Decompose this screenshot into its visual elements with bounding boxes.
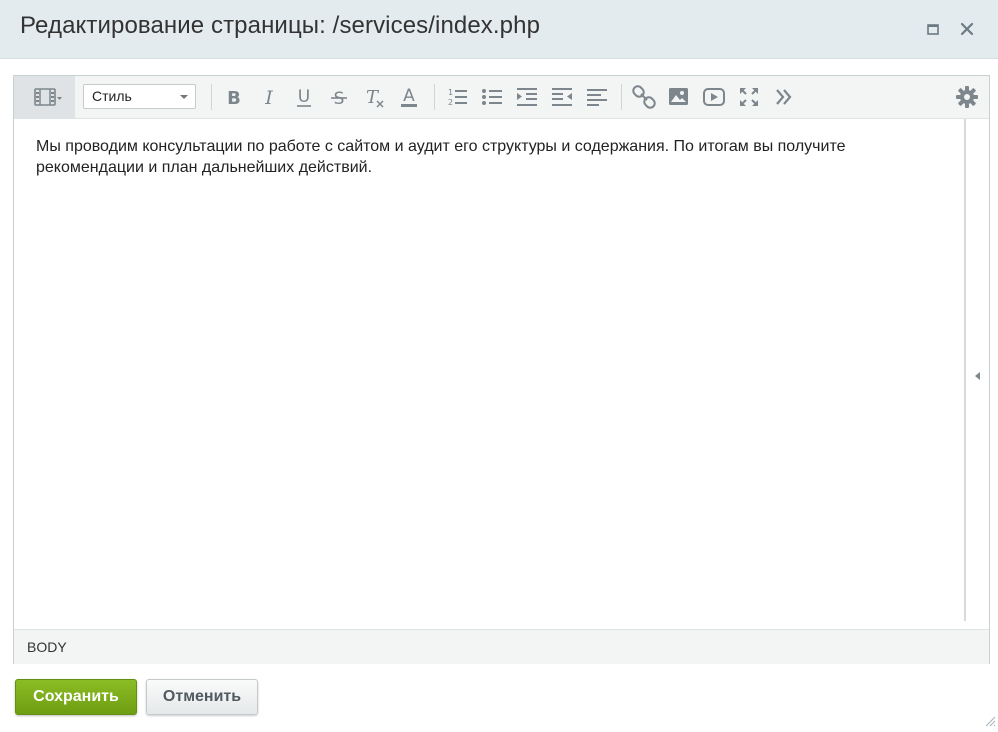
strikethrough-icon: S: [331, 89, 347, 109]
bold-button[interactable]: B: [221, 84, 247, 110]
svg-text:B: B: [227, 88, 241, 109]
image-icon: [669, 88, 688, 105]
svg-text:T: T: [366, 87, 380, 108]
settings-icon: [956, 86, 978, 108]
link-button[interactable]: [631, 84, 657, 110]
cancel-button[interactable]: Отменить: [146, 679, 258, 715]
svg-text:U: U: [298, 87, 310, 107]
toolbar-separator: [434, 84, 435, 110]
element-path-body[interactable]: BODY: [27, 639, 67, 655]
toolbar-separator: [211, 84, 212, 110]
fullscreen-button[interactable]: [736, 84, 762, 110]
save-button[interactable]: Сохранить: [15, 679, 137, 715]
image-button[interactable]: [666, 84, 692, 110]
font-color-icon: A: [401, 86, 417, 107]
bulleted-list-icon: [482, 89, 502, 105]
resize-grip-icon: [985, 716, 996, 727]
maximize-button[interactable]: [924, 20, 942, 38]
outdent-button[interactable]: [549, 84, 575, 110]
numbered-list-icon: 1 2: [448, 88, 467, 107]
editor-statusbar: BODY: [14, 629, 989, 664]
more-button[interactable]: [771, 84, 797, 110]
svg-text:2: 2: [448, 98, 453, 107]
outdent-icon: [552, 88, 572, 106]
dialog-titlebar: Редактирование страницы: /services/index…: [0, 0, 998, 59]
maximize-icon: [927, 24, 939, 35]
content-paragraph: Мы проводим консультации по работе с сай…: [36, 138, 846, 176]
chevron-left-icon: [975, 372, 980, 380]
underline-button[interactable]: U: [291, 84, 317, 110]
view-mode-button[interactable]: [14, 76, 75, 118]
toolbar-separator: [621, 84, 622, 110]
svg-text:I: I: [264, 87, 273, 109]
svg-text:S: S: [334, 89, 345, 109]
style-select-value: Стиль: [92, 88, 132, 104]
style-select[interactable]: Стиль: [83, 84, 196, 109]
html-editor: Стиль B I U S T A 1 2 Мы проводим консул…: [13, 75, 990, 664]
bold-icon: B: [227, 88, 241, 109]
remove-format-icon: T: [366, 87, 384, 108]
align-left-icon: [587, 89, 607, 106]
resize-grip[interactable]: [984, 714, 996, 727]
editor-content[interactable]: Мы проводим консультации по работе с сай…: [14, 119, 964, 624]
italic-icon: I: [264, 87, 273, 109]
strikethrough-button[interactable]: S: [326, 84, 352, 110]
video-icon: [703, 88, 725, 106]
video-button[interactable]: [701, 84, 727, 110]
align-left-button[interactable]: [584, 84, 610, 110]
italic-button[interactable]: I: [256, 84, 282, 110]
remove-format-button[interactable]: T: [361, 84, 387, 110]
more-icon: [776, 89, 792, 105]
close-button[interactable]: [958, 20, 976, 38]
indent-button[interactable]: [514, 84, 540, 110]
font-color-button[interactable]: A: [396, 84, 422, 110]
view-mode-icon: [34, 88, 62, 106]
vertical-scrollbar[interactable]: [964, 119, 966, 621]
editor-toolbar: Стиль B I U S T A 1 2: [14, 76, 989, 119]
numbered-list-button[interactable]: 1 2: [444, 84, 470, 110]
svg-text:1: 1: [448, 88, 453, 97]
indent-icon: [517, 88, 537, 106]
underline-icon: U: [297, 87, 311, 107]
svg-text:A: A: [403, 86, 415, 106]
link-icon: [632, 85, 656, 109]
close-icon: [960, 22, 974, 36]
bulleted-list-button[interactable]: [479, 84, 505, 110]
side-panel-toggle[interactable]: [972, 368, 984, 384]
settings-button[interactable]: [954, 84, 980, 110]
fullscreen-icon: [740, 88, 758, 106]
chevron-down-icon: [180, 95, 188, 99]
dialog-title: Редактирование страницы: /services/index…: [20, 12, 541, 39]
